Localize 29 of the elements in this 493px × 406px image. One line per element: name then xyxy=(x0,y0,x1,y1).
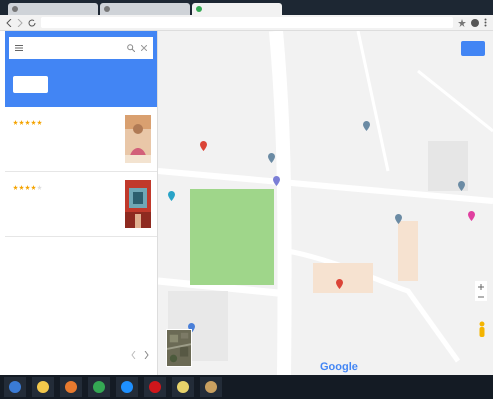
google-logo: Google xyxy=(320,360,358,375)
previous-page-icon[interactable] xyxy=(131,351,136,359)
map-pin-icon[interactable] xyxy=(273,176,280,186)
map-pin-icon[interactable] xyxy=(200,141,207,151)
star-icon[interactable] xyxy=(458,18,466,26)
menu-icon[interactable] xyxy=(15,45,23,51)
profile-icon[interactable] xyxy=(471,18,479,26)
zoom-in-icon[interactable] xyxy=(478,284,484,290)
page-icon xyxy=(196,6,202,12)
map-pin-icon[interactable] xyxy=(336,279,343,289)
map-pin-icon[interactable] xyxy=(458,181,465,191)
map-pin-icon[interactable] xyxy=(395,214,402,224)
browser-tab[interactable] xyxy=(100,3,190,15)
map-pin-icon[interactable] xyxy=(168,191,175,201)
page-icon xyxy=(104,6,110,12)
reload-icon[interactable] xyxy=(28,18,36,26)
next-page-icon[interactable] xyxy=(144,351,149,359)
browser-tab[interactable] xyxy=(8,3,98,15)
search-icon[interactable] xyxy=(127,44,135,52)
menu-icon[interactable] xyxy=(484,18,487,27)
map-pin-icon[interactable] xyxy=(468,211,475,221)
close-icon[interactable] xyxy=(141,45,147,51)
map-pin-icon[interactable] xyxy=(268,153,275,163)
back-icon[interactable] xyxy=(6,18,12,26)
map-pin-icon[interactable] xyxy=(363,121,370,131)
search-field[interactable] xyxy=(9,37,153,59)
page-icon xyxy=(12,6,18,12)
browser-tab[interactable] xyxy=(192,3,282,15)
forward-icon[interactable] xyxy=(17,18,23,26)
